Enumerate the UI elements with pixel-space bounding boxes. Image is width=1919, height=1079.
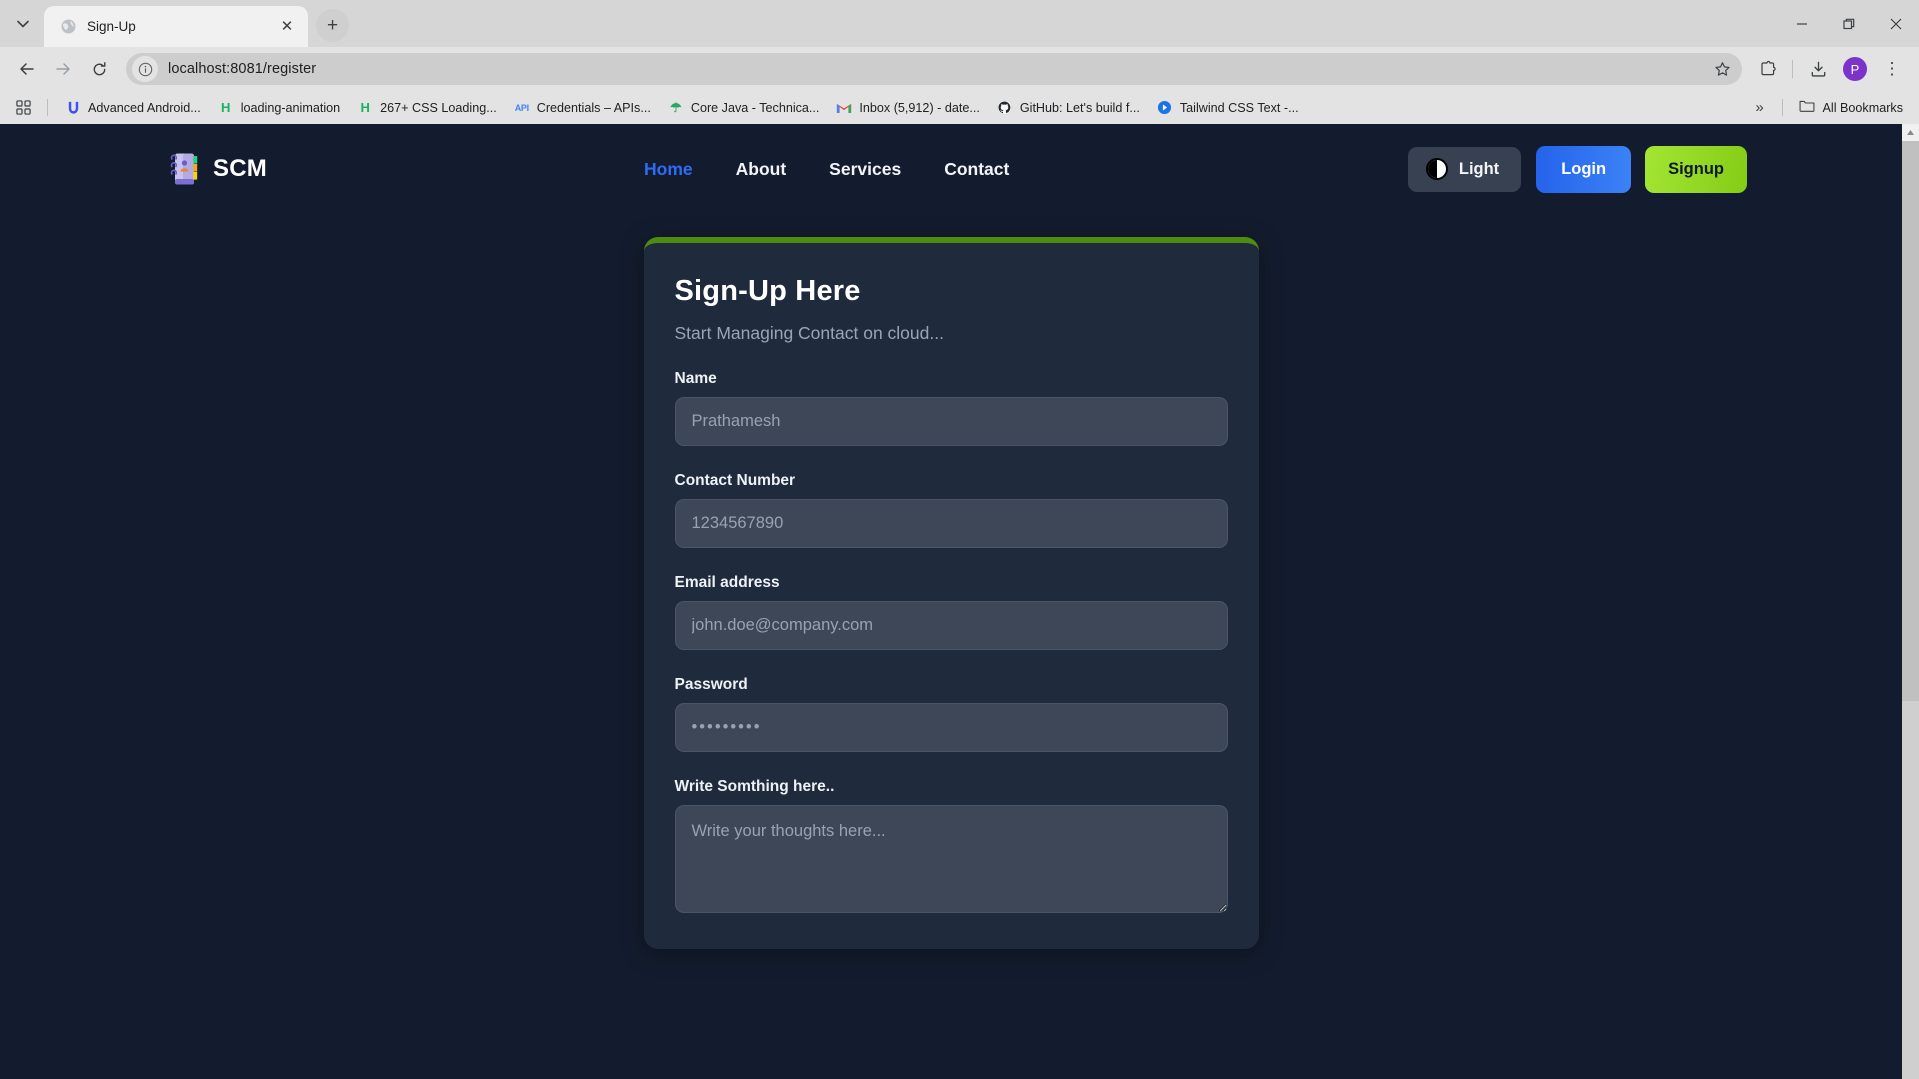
name-input[interactable] (674, 397, 1228, 446)
contact-input[interactable] (674, 499, 1228, 548)
forward-button[interactable] (46, 52, 80, 86)
h-icon: H (221, 100, 231, 115)
scroll-up-icon[interactable] (1902, 124, 1919, 141)
folder-icon (1799, 99, 1815, 116)
download-icon[interactable] (1801, 52, 1835, 86)
bookmark-label: Tailwind CSS Text -... (1179, 100, 1299, 115)
close-window-icon[interactable] (1872, 0, 1919, 47)
nav-actions: Light Login Signup (1407, 145, 1747, 193)
theme-toggle-button[interactable]: Light (1407, 146, 1522, 192)
bookmarks-overflow: » All Bookmarks (1746, 95, 1911, 121)
api-icon: API (514, 102, 529, 113)
bookmark-label: loading-animation (240, 100, 341, 115)
restore-icon[interactable] (1825, 0, 1872, 47)
new-tab-button[interactable]: + (316, 9, 349, 42)
profile-avatar[interactable]: P (1843, 57, 1867, 81)
window-controls (1778, 0, 1919, 47)
globe-icon (60, 18, 77, 35)
bookmark-item[interactable]: ☂ Core Java - Technica... (660, 95, 828, 121)
nav-link-about[interactable]: About (736, 159, 787, 180)
site-navbar: SCM Home About Services Contact Light Lo… (0, 124, 1902, 214)
page-viewport: SCM Home About Services Contact Light Lo… (0, 124, 1919, 1079)
password-input[interactable] (674, 703, 1228, 752)
nav-link-home[interactable]: Home (644, 159, 693, 180)
email-input[interactable] (674, 601, 1228, 650)
reload-button[interactable] (82, 52, 116, 86)
bookmark-item[interactable]: Inbox (5,912) - date... (828, 95, 987, 121)
apps-grid-icon[interactable] (8, 95, 38, 121)
bookmark-item[interactable]: GitHub: Let's build f... (989, 95, 1148, 121)
about-label: Write Somthing here.. (674, 778, 835, 795)
address-bar[interactable]: localhost:8081/register (126, 53, 1742, 85)
field-contact: Contact Number (674, 472, 1228, 548)
bookmark-item[interactable]: H loading-animation (210, 95, 348, 121)
bookmark-label: Credentials – APIs... (536, 100, 651, 115)
signup-button[interactable]: Signup (1645, 145, 1747, 193)
nav-links: Home About Services Contact (644, 159, 1009, 180)
minimize-icon[interactable] (1778, 0, 1825, 47)
udacity-icon (65, 100, 81, 116)
bookmark-label: 267+ CSS Loading... (380, 100, 497, 115)
page-scrollbar[interactable] (1902, 124, 1919, 1079)
bookmark-overflow-icon[interactable]: » (1746, 95, 1774, 121)
tab-strip: Sign-Up ✕ + (0, 0, 1919, 47)
scrollbar-track[interactable] (1902, 141, 1919, 1079)
nav-link-services[interactable]: Services (829, 159, 901, 180)
url-text[interactable]: localhost:8081/register (168, 61, 1708, 77)
login-button[interactable]: Login (1536, 145, 1632, 193)
contact-label: Contact Number (674, 472, 796, 489)
close-icon[interactable]: ✕ (276, 16, 298, 38)
back-button[interactable] (10, 52, 44, 86)
field-password: Password (674, 676, 1228, 752)
signup-card-wrapper: Sign-Up Here Start Managing Contact on c… (0, 214, 1902, 949)
gmail-icon (836, 100, 852, 116)
umbrella-icon: ☂ (670, 99, 682, 115)
field-name: Name (674, 370, 1228, 446)
name-label: Name (674, 370, 717, 387)
github-icon (997, 100, 1013, 116)
browser-tab[interactable]: Sign-Up ✕ (44, 6, 308, 47)
page-subtitle: Start Managing Contact on cloud... (674, 323, 944, 343)
info-icon[interactable] (132, 56, 158, 82)
bookmark-divider (1781, 99, 1783, 116)
page-title: Sign-Up Here (674, 275, 861, 307)
bookmark-label: Advanced Android... (88, 100, 201, 115)
extensions-icon[interactable] (1750, 52, 1784, 86)
all-bookmarks-label: All Bookmarks (1822, 100, 1903, 115)
bookmark-divider (47, 99, 48, 116)
play-circle-icon (1157, 100, 1173, 116)
nav-link-contact[interactable]: Contact (944, 159, 1009, 180)
bookmark-star-icon[interactable] (1708, 55, 1736, 83)
browser-toolbar: localhost:8081/register P ⋮ (0, 47, 1919, 91)
about-textarea[interactable] (674, 805, 1228, 913)
all-bookmarks-button[interactable]: All Bookmarks (1791, 95, 1911, 121)
brand-name: SCM (213, 155, 267, 182)
bookmark-label: GitHub: Let's build f... (1019, 100, 1140, 115)
brand[interactable]: SCM (168, 152, 267, 186)
contrast-circle-icon (1425, 158, 1448, 180)
theme-toggle-label: Light (1458, 159, 1500, 178)
bookmark-item[interactable]: H 267+ CSS Loading... (349, 95, 505, 121)
bookmark-item[interactable]: API Credentials – APIs... (506, 95, 659, 121)
tab-search-button[interactable] (6, 7, 40, 41)
tab-title: Sign-Up (87, 19, 136, 34)
toolbar-divider (1792, 60, 1793, 78)
bookmark-item[interactable]: Advanced Android... (57, 95, 209, 121)
browser-window: Sign-Up ✕ + localhost:8081/register P ⋮ … (0, 0, 1919, 1079)
bookmark-item[interactable]: Tailwind CSS Text -... (1149, 95, 1307, 121)
signup-card: Sign-Up Here Start Managing Contact on c… (643, 237, 1259, 949)
contact-book-icon (168, 152, 200, 186)
bookmarks-bar: Advanced Android... H loading-animation … (0, 91, 1919, 124)
scrollbar-thumb[interactable] (1902, 141, 1919, 701)
bookmark-label: Core Java - Technica... (690, 100, 820, 115)
web-page: SCM Home About Services Contact Light Lo… (0, 124, 1902, 1079)
password-label: Password (674, 676, 748, 693)
h-icon: H (360, 100, 370, 115)
browser-menu-icon[interactable]: ⋮ (1875, 52, 1909, 86)
email-label: Email address (674, 574, 780, 591)
field-email: Email address (674, 574, 1228, 650)
field-about: Write Somthing here.. (674, 778, 1228, 913)
bookmark-label: Inbox (5,912) - date... (859, 100, 980, 115)
